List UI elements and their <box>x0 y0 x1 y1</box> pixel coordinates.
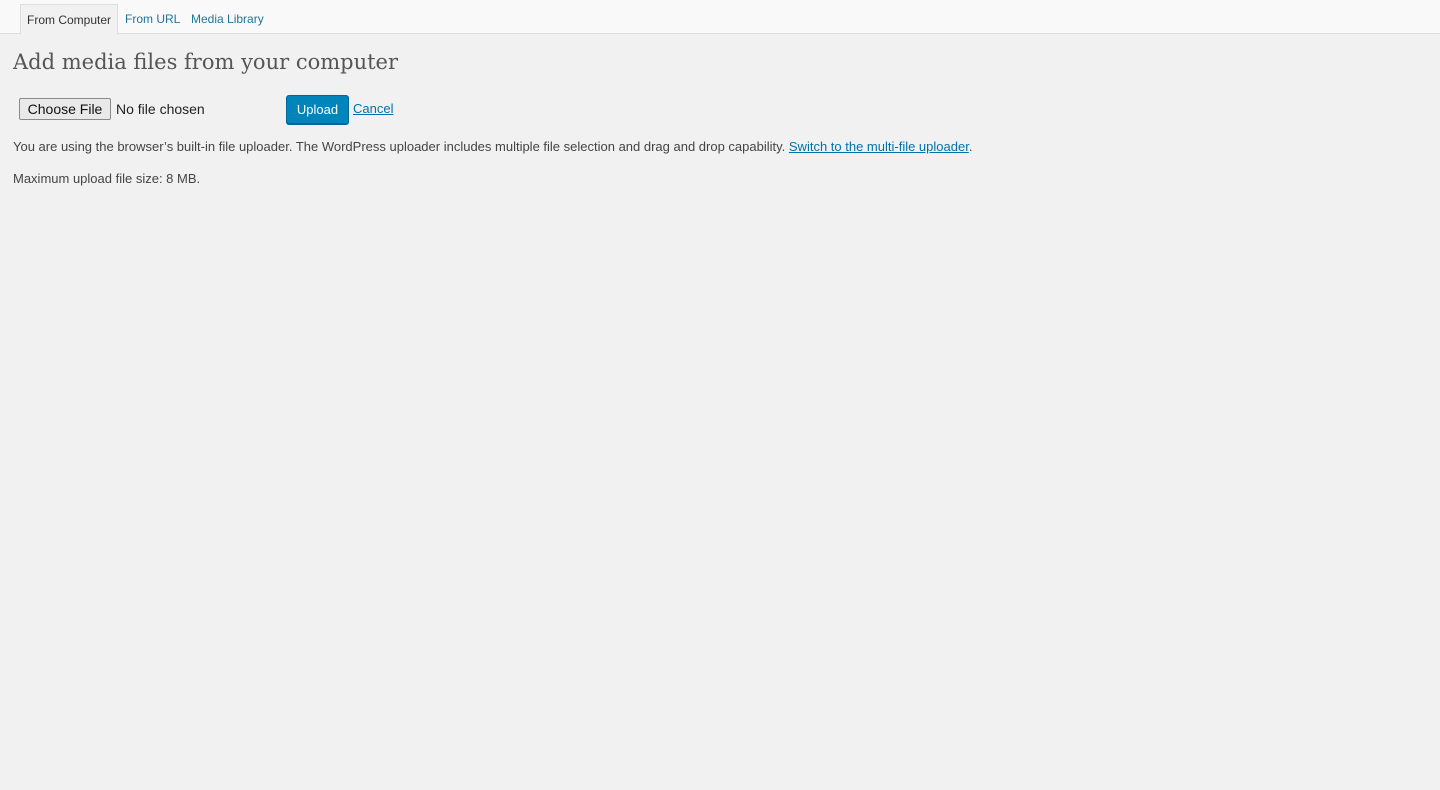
tab-media-library[interactable]: Media Library <box>191 4 264 33</box>
cancel-link[interactable]: Cancel <box>353 101 393 117</box>
file-status-text: No file chosen <box>116 101 205 117</box>
notice-period: . <box>968 139 973 154</box>
page-title: Add media files from your computer <box>13 50 399 74</box>
browser-uploader-notice: You are using the browser’s built-in fil… <box>13 139 972 155</box>
upload-button[interactable]: Upload <box>286 95 349 124</box>
browser-uploader-text: You are using the browser’s built-in fil… <box>13 139 789 154</box>
max-upload-size-text: Maximum upload file size: 8 MB. <box>13 171 201 186</box>
switch-multi-file-uploader-link[interactable]: Switch to the multi-file uploader <box>789 139 969 154</box>
tab-from-computer[interactable]: From Computer <box>20 4 119 35</box>
media-tab-bar: From Computer From URL Media Library <box>0 0 1440 35</box>
tab-from-url[interactable]: From URL <box>125 4 180 33</box>
choose-file-button[interactable]: Choose File <box>19 98 111 120</box>
